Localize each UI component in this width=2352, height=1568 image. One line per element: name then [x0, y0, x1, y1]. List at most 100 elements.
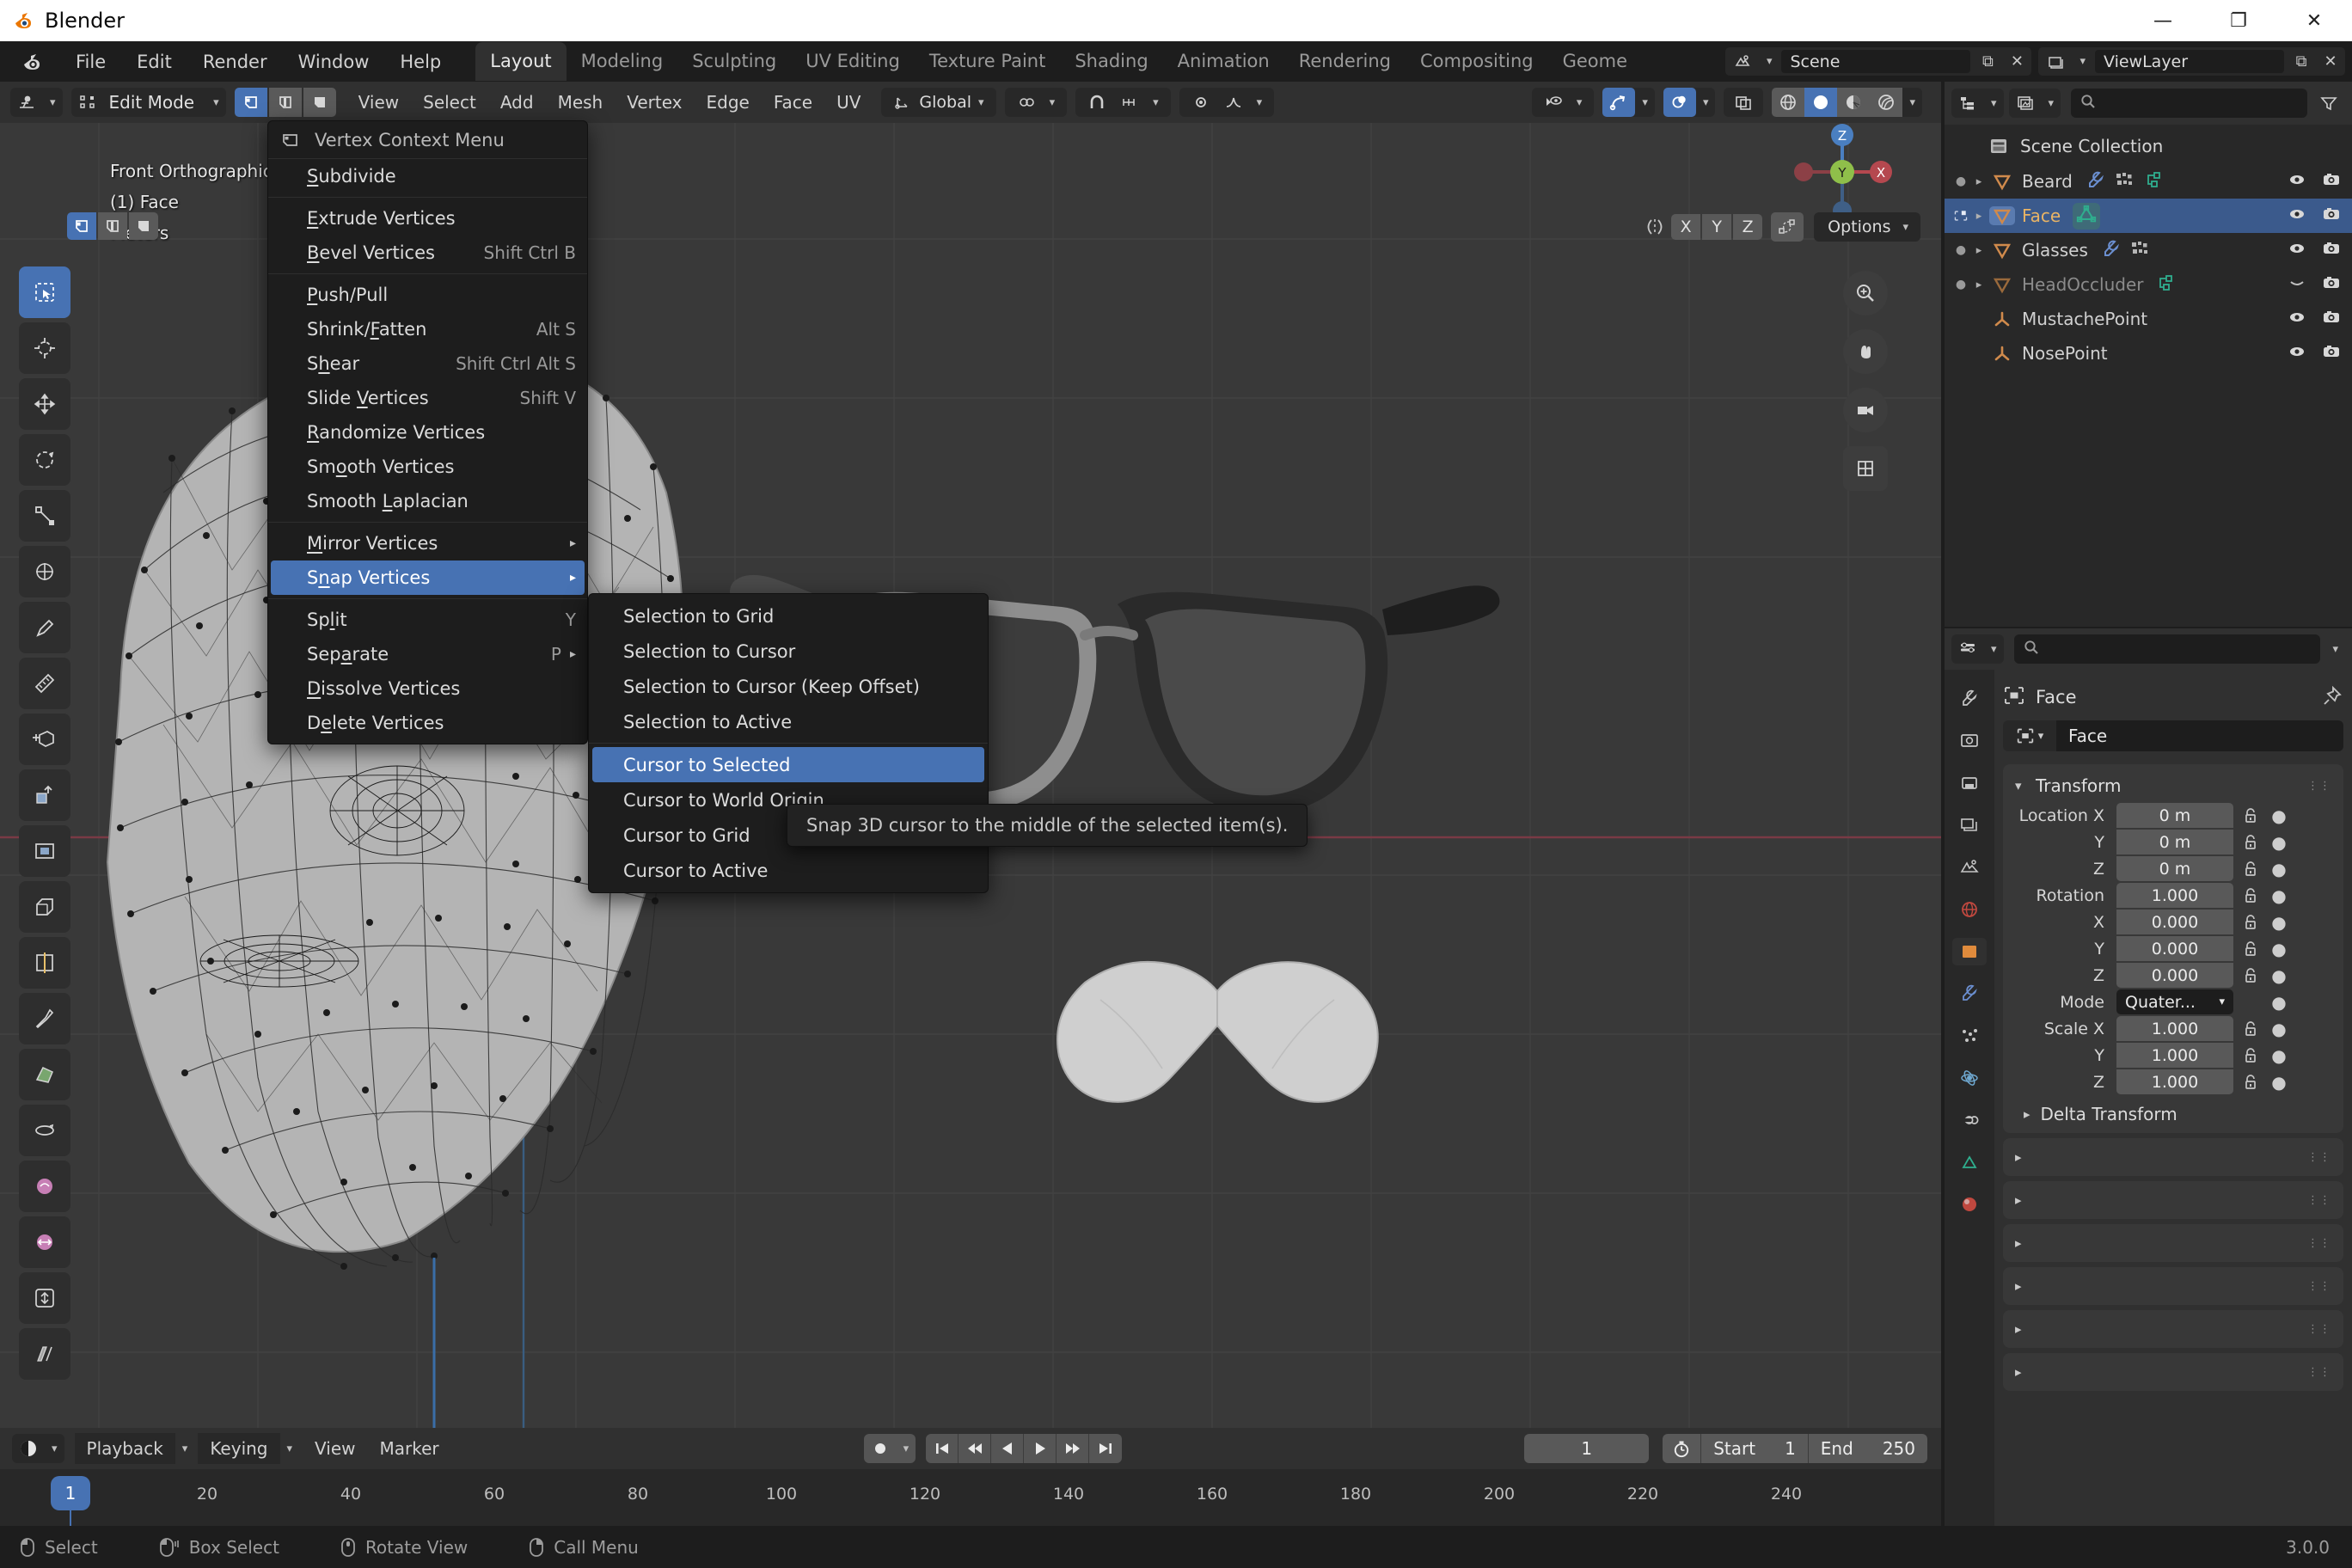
outliner-expand-triangle-icon[interactable]: ▸ [1969, 279, 1989, 291]
timeline-keying-chevron-down-icon[interactable]: ▾ [280, 1442, 300, 1455]
orientation-chevron-down-icon[interactable]: ▾ [971, 96, 991, 109]
properties-options-chevron-down-icon[interactable]: ▾ [2325, 643, 2345, 656]
menu-edit[interactable]: Edit [123, 47, 186, 77]
workspace-tab-modeling[interactable]: Modeling [567, 42, 678, 81]
vertex-select-mode[interactable] [67, 212, 96, 240]
mesh-data-icon[interactable] [2073, 202, 2101, 230]
context-menu-item-snap-vertices[interactable]: Snap Vertices ▸ [271, 560, 585, 595]
workspace-tab-sculpting[interactable]: Sculpting [677, 42, 791, 81]
topology-mirror-icon[interactable] [1771, 212, 1804, 242]
context-menu-item-randomize-vertices[interactable]: Randomize Vertices [271, 415, 585, 450]
scene-chevron-down-icon[interactable]: ▾ [1760, 55, 1779, 68]
transform-panel-header[interactable]: ▾ Transform ⋮⋮ [2003, 769, 2343, 802]
context-menu-item-subdivide[interactable]: Subdivide [271, 159, 585, 193]
options-chevron-down-icon[interactable]: ▾ [1896, 221, 1915, 234]
context-menu-item-dissolve-vertices[interactable]: Dissolve Vertices [271, 671, 585, 706]
field-value[interactable]: 1.000 [2116, 1069, 2233, 1094]
properties-render-tab[interactable] [1952, 727, 1987, 755]
blender-menu-icon[interactable] [19, 51, 45, 73]
pivot-chevron-down-icon[interactable]: ▾ [1043, 96, 1063, 109]
timeline-playhead[interactable]: 1 [51, 1476, 90, 1510]
field-value[interactable]: 0.000 [2116, 963, 2233, 988]
wrench-icon[interactable] [2085, 170, 2105, 193]
properties-object-tab[interactable] [1952, 938, 1987, 965]
face-select-mode[interactable] [303, 88, 336, 117]
camera-view-icon[interactable] [1843, 388, 1888, 432]
play-reverse-icon[interactable] [991, 1434, 1025, 1463]
panel-relations[interactable]: ▸ ⋮⋮ [2003, 1138, 2343, 1176]
timeline-menu-playback[interactable]: Playback [74, 1433, 175, 1464]
outliner-row-headoccluder[interactable]: ● ▸ HeadOccluder [1945, 267, 2352, 302]
eye-visible-icon[interactable] [2287, 205, 2307, 227]
submenu-item-cursor-to-selected[interactable]: Cursor to Selected [592, 747, 984, 782]
zoom-icon[interactable] [1843, 271, 1888, 315]
context-menu-item-push-pull[interactable]: Push/Pull [271, 278, 585, 312]
workspace-tab-animation[interactable]: Animation [1163, 42, 1284, 81]
context-menu-item-slide-vertices[interactable]: Slide Vertices Shift V [271, 381, 585, 415]
context-menu-item-shrink-fatten[interactable]: Shrink/Fatten Alt S [271, 312, 585, 346]
lock-icon[interactable] [2233, 913, 2268, 932]
outliner-row-beard[interactable]: ● ▸ Beard [1945, 164, 2352, 199]
outliner-search-input[interactable] [2071, 89, 2307, 118]
properties-view-layer-tab[interactable] [1952, 812, 1987, 839]
context-menu-item-smooth-vertices[interactable]: Smooth Vertices [271, 450, 585, 484]
smooth-tool[interactable] [19, 1161, 70, 1212]
menu-window[interactable]: Window [285, 47, 383, 77]
properties-physics-tab[interactable] [1952, 1064, 1987, 1092]
properties-object-data-tab[interactable] [1952, 1148, 1987, 1176]
shrink-fatten-tool[interactable] [19, 1272, 70, 1324]
new-scene-button[interactable]: ⧉ [1973, 47, 2002, 76]
viewport-menu-face[interactable]: Face [762, 87, 824, 118]
panel-header[interactable]: ▸ ⋮⋮ [2003, 1224, 2343, 1262]
pivot-point-selector[interactable]: ▾ [1004, 88, 1068, 117]
field-value[interactable]: 1.000 [2116, 1043, 2233, 1068]
gizmo-chevron-down-icon[interactable]: ▾ [1635, 96, 1655, 109]
snap-chevron-down-icon[interactable]: ▾ [1146, 96, 1166, 109]
face-select-mode[interactable] [129, 212, 158, 240]
toggle-ortho-icon[interactable] [1843, 446, 1888, 491]
rotation-mode-chevron-down-icon[interactable]: ▾ [2219, 995, 2225, 1008]
menu-help[interactable]: Help [386, 47, 455, 77]
measure-tool[interactable] [19, 658, 70, 709]
cursor-tool[interactable] [19, 322, 70, 374]
camera-render-visibility-icon[interactable] [2321, 309, 2342, 330]
eye-visible-icon[interactable] [2287, 171, 2307, 193]
editor-type-chevron-down-icon[interactable]: ▾ [43, 96, 63, 109]
start-frame-field[interactable]: Start 1 [1700, 1434, 1808, 1463]
menu-file[interactable]: File [62, 47, 119, 77]
proportional-falloff-icon[interactable] [1217, 88, 1250, 117]
snapping-group[interactable]: ▾ [1075, 88, 1171, 117]
play-icon[interactable] [1024, 1434, 1057, 1463]
field-value[interactable]: 0.000 [2116, 936, 2233, 961]
toggle-xray-icon[interactable] [1727, 88, 1760, 117]
animate-property-icon[interactable]: ● [2268, 859, 2290, 879]
field-value[interactable]: 1.000 [2116, 1016, 2233, 1041]
current-frame-field[interactable]: 1 [1524, 1434, 1650, 1463]
submenu-item-selection-to-grid[interactable]: Selection to Grid [592, 598, 984, 634]
proportional-edit-group[interactable]: ▾ [1179, 88, 1275, 117]
overlays-group[interactable]: ▾ [1663, 88, 1716, 117]
scene-name-field[interactable]: Scene [1781, 50, 1971, 73]
armature-relation-icon[interactable] [2155, 273, 2176, 297]
record-icon[interactable] [864, 1434, 897, 1463]
outliner-expand-triangle-icon[interactable]: ▸ [1969, 210, 1989, 223]
workspace-tab-rendering[interactable]: Rendering [1284, 42, 1406, 81]
properties-material-tab[interactable] [1952, 1191, 1987, 1218]
mirror-axis-y-button[interactable]: Y [1702, 214, 1732, 240]
interaction-mode-selector[interactable]: Edit Mode ▾ [70, 88, 226, 117]
rotate-tool[interactable] [19, 434, 70, 486]
outliner-row-face[interactable]: ▸ Face [1945, 199, 2352, 233]
lock-icon[interactable] [2233, 860, 2268, 879]
object-name-field[interactable]: Face [2056, 720, 2343, 751]
timeline-menu-marker[interactable]: Marker [368, 1433, 451, 1464]
submenu-item-selection-to-active[interactable]: Selection to Active [592, 704, 984, 739]
jump-to-end-icon[interactable] [1089, 1434, 1122, 1463]
submenu-item-selection-to-cursor-keep-offset[interactable]: Selection to Cursor (Keep Offset) [592, 669, 984, 704]
animate-property-icon[interactable]: ● [2268, 1072, 2290, 1093]
scene-selector[interactable]: ▾ Scene ⧉ ✕ [1724, 47, 2032, 76]
loop-cut-tool[interactable] [19, 937, 70, 989]
wrench-icon[interactable] [2100, 239, 2121, 262]
knife-tool[interactable] [19, 993, 70, 1044]
lock-icon[interactable] [2233, 1073, 2268, 1092]
armature-relation-icon[interactable] [2143, 170, 2164, 193]
